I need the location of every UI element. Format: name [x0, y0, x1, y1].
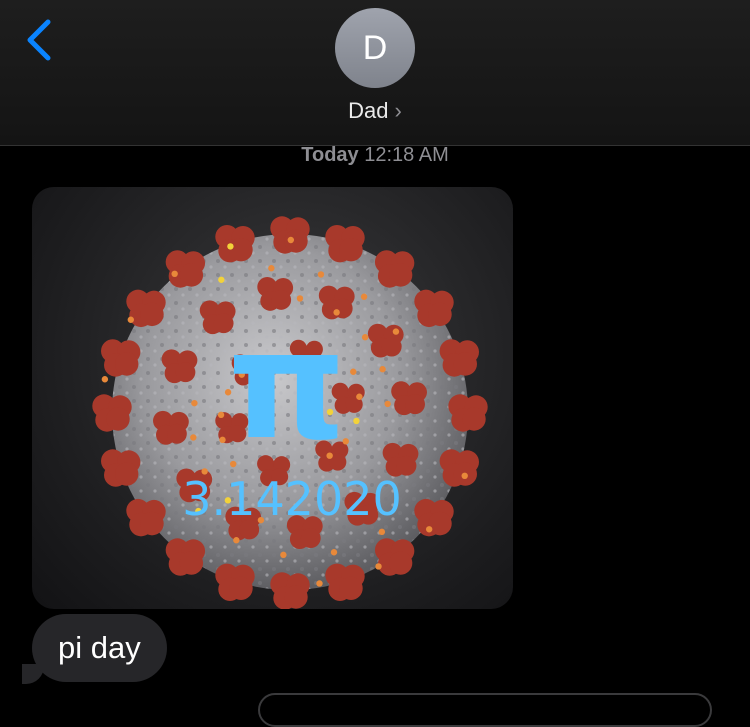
virus-spike — [374, 538, 415, 576]
timestamp-day: Today — [301, 144, 359, 166]
virus-dot — [350, 368, 357, 375]
virus-dot — [360, 293, 368, 300]
virus-dot — [233, 537, 240, 544]
virus-spike — [165, 538, 206, 576]
virus-dot — [330, 549, 338, 556]
virus-spike — [374, 250, 415, 288]
contact-avatar[interactable]: D — [335, 8, 415, 88]
virus-dot — [227, 243, 234, 250]
virus-dot — [356, 393, 363, 400]
virus-spike — [439, 339, 479, 377]
virus-dot — [461, 472, 468, 480]
pi-symbol: π — [228, 299, 347, 473]
virus-dot — [379, 366, 386, 373]
virus-dot — [217, 411, 225, 419]
virus-dot — [127, 316, 134, 323]
virus-spike — [101, 339, 141, 377]
virus-dot — [101, 376, 109, 383]
virus-dot — [384, 400, 391, 408]
virus-dot — [317, 271, 325, 278]
virus-spike — [270, 572, 310, 609]
virus-spike — [92, 394, 132, 432]
virus-spike — [215, 225, 255, 263]
message-timestamp: Today 12:18 AM — [0, 144, 750, 167]
conversation-header: D Dad › — [0, 0, 750, 146]
virus-spike — [101, 449, 141, 487]
text-message-content: pi day — [58, 630, 141, 665]
virus-dot — [353, 417, 360, 425]
text-message-bubble[interactable]: pi day — [32, 614, 167, 682]
virus-dot — [218, 276, 225, 283]
contact-initial: D — [362, 28, 388, 67]
chevron-left-icon — [27, 19, 51, 61]
timestamp-time: 12:18 AM — [364, 144, 449, 166]
virus-spike — [367, 323, 404, 358]
virus-spike — [126, 498, 166, 537]
virus-spike — [414, 289, 454, 328]
virus-dot — [375, 563, 382, 570]
virus-spike — [325, 225, 365, 263]
chevron-right-icon: › — [394, 98, 402, 123]
back-button[interactable] — [22, 18, 58, 62]
virus-dot — [361, 334, 369, 341]
contact-name-row[interactable]: Dad › — [0, 98, 750, 124]
virus-spike — [325, 563, 365, 601]
virus-dot — [287, 236, 295, 244]
virus-spike — [439, 449, 479, 487]
virus-image: π 3.142020 — [92, 216, 488, 609]
virus-dot — [378, 528, 386, 536]
virus-spike — [165, 250, 206, 288]
virus-dot — [280, 551, 287, 559]
message-input[interactable] — [258, 693, 712, 727]
virus-dot — [219, 436, 226, 444]
contact-name: Dad — [348, 98, 389, 123]
virus-spike — [414, 498, 454, 537]
virus-spike — [153, 410, 189, 445]
virus-spike — [448, 394, 488, 432]
image-message[interactable]: π 3.142020 — [32, 187, 513, 609]
virus-dot — [191, 399, 198, 407]
virus-spike — [270, 216, 310, 254]
virus-dot — [425, 526, 433, 533]
virus-dot — [268, 265, 275, 272]
virus-spike — [215, 563, 255, 601]
virus-dot — [316, 580, 323, 587]
pi-value-text: 3.142020 — [182, 472, 402, 526]
virus-dot — [190, 434, 197, 441]
virus-spike — [391, 381, 427, 416]
virus-dot — [392, 328, 400, 335]
virus-spike — [161, 349, 198, 384]
virus-dot — [171, 270, 178, 278]
